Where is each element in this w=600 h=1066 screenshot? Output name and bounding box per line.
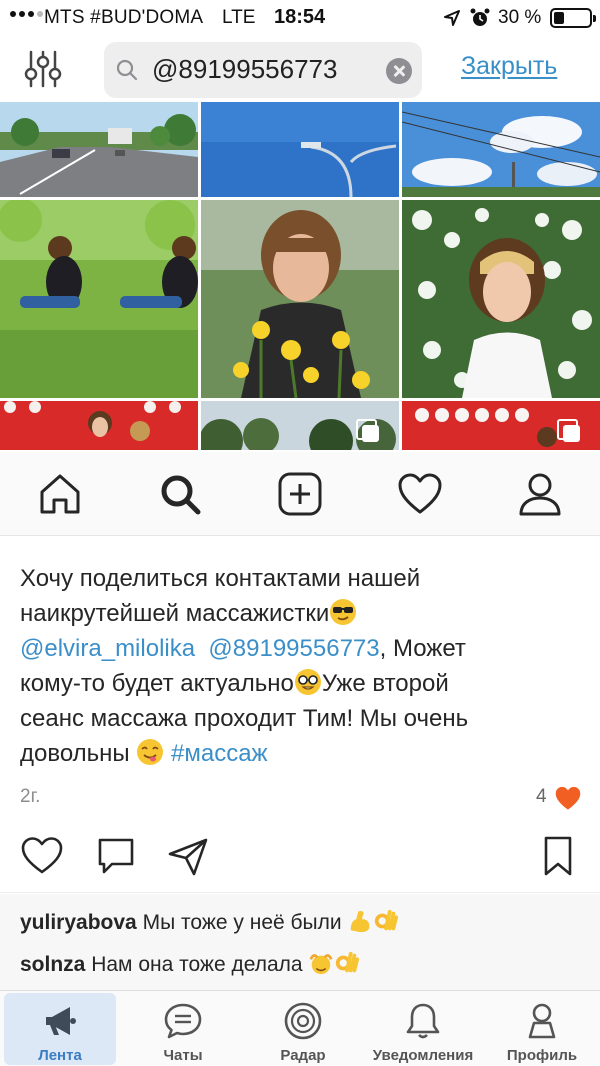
caption-line: Хочу поделиться контактами нашей bbox=[20, 565, 421, 592]
photo-tile-woman-on-grass[interactable] bbox=[0, 200, 198, 398]
caption-line: наикрутейшей массажистки bbox=[20, 596, 590, 631]
tab-notifications[interactable]: Уведомления bbox=[364, 993, 482, 1065]
location-arrow-icon bbox=[444, 10, 460, 26]
close-button[interactable]: Закрыть bbox=[461, 52, 557, 81]
person-icon bbox=[528, 1003, 556, 1039]
comment-icon[interactable] bbox=[94, 834, 138, 878]
profile-icon[interactable] bbox=[516, 470, 564, 518]
search-icon bbox=[116, 59, 138, 81]
carrier-name: MTS #BUD'DOMA bbox=[44, 7, 204, 28]
status-bar: MTS #BUD'DOMA LTE 18:54 30 % bbox=[0, 0, 600, 36]
like-heart-icon[interactable] bbox=[20, 834, 64, 878]
chat-bubble-icon bbox=[164, 1003, 202, 1039]
nerd-face-emoji-icon bbox=[294, 669, 321, 695]
ok-hand-emoji-icon bbox=[336, 951, 360, 973]
bell-icon bbox=[406, 1003, 440, 1039]
likes-count: 4 bbox=[536, 786, 547, 807]
photo-grid bbox=[0, 102, 600, 450]
comment-username[interactable]: solnza bbox=[20, 953, 85, 976]
divider bbox=[0, 892, 600, 893]
search-input[interactable]: @89199556773 bbox=[104, 42, 422, 98]
photo-tile-woman-with-dandelions[interactable] bbox=[201, 200, 399, 398]
network-type: LTE bbox=[222, 7, 256, 28]
tab-label: Уведомления bbox=[372, 1047, 474, 1064]
massage-emoji-icon bbox=[309, 954, 333, 975]
photo-tile-road[interactable] bbox=[0, 102, 198, 197]
home-icon[interactable] bbox=[36, 470, 84, 518]
filter-sliders-icon[interactable] bbox=[22, 48, 64, 90]
tab-label: Радар bbox=[280, 1047, 326, 1064]
radar-icon bbox=[284, 1002, 322, 1040]
tab-label: Лента bbox=[38, 1047, 82, 1064]
clock: 18:54 bbox=[274, 6, 326, 28]
comment-item[interactable]: solnza Нам она тоже делала bbox=[20, 950, 360, 977]
multiple-photos-icon bbox=[557, 419, 581, 443]
liked-heart-icon[interactable] bbox=[554, 785, 582, 811]
tab-bar: Лента Чаты Радар Уведомления Профиль bbox=[0, 990, 600, 1066]
comments-section: yuliryabova Мы тоже у неё были solnza На… bbox=[0, 894, 600, 990]
caption-line: @elvira_milolika @89199556773, Может bbox=[20, 635, 466, 662]
instagram-nav-bar bbox=[0, 452, 600, 536]
tab-feed[interactable]: Лента bbox=[4, 993, 116, 1065]
comment-text: Нам она тоже делала bbox=[91, 953, 303, 976]
battery-icon bbox=[550, 8, 596, 28]
post-date: 2г. bbox=[20, 786, 41, 807]
photo-tile-woman-with-blossoms[interactable] bbox=[402, 200, 600, 398]
mention-link[interactable]: @elvira_milolika bbox=[20, 635, 195, 662]
photo-tile-sky-clouds[interactable] bbox=[402, 102, 600, 197]
heart-icon[interactable] bbox=[396, 470, 444, 518]
flexed-biceps-emoji-icon bbox=[351, 910, 370, 933]
search-query: @89199556773 bbox=[152, 54, 338, 84]
tab-chats[interactable]: Чаты bbox=[128, 993, 238, 1065]
bookmark-icon[interactable] bbox=[536, 834, 580, 878]
search-header: @89199556773 Закрыть bbox=[0, 38, 600, 100]
caption-line: кому-то будет актуально Уже второй bbox=[20, 669, 449, 697]
multiple-photos-icon bbox=[356, 419, 380, 443]
comment-text: Мы тоже у неё были bbox=[142, 911, 342, 934]
post-caption: Хочу поделиться контактами нашей наикрут… bbox=[20, 561, 590, 771]
share-send-icon[interactable] bbox=[166, 834, 210, 878]
alarm-icon bbox=[470, 8, 490, 26]
add-post-icon[interactable] bbox=[276, 470, 324, 518]
sunglasses-emoji-icon bbox=[330, 599, 357, 625]
tab-label: Профиль bbox=[506, 1047, 578, 1064]
comment-username[interactable]: yuliryabova bbox=[20, 911, 137, 934]
caption-line: сеанс массажа проходит Тим! Мы очень bbox=[20, 705, 469, 732]
battery-percent: 30 % bbox=[498, 7, 542, 28]
tab-radar[interactable]: Радар bbox=[248, 993, 358, 1065]
tab-profile[interactable]: Профиль bbox=[488, 993, 596, 1065]
yum-face-emoji-icon bbox=[137, 739, 164, 765]
search-icon[interactable] bbox=[156, 470, 204, 518]
megaphone-icon bbox=[46, 1007, 76, 1035]
photo-tile-red-balloons[interactable] bbox=[0, 401, 198, 450]
caption-line: довольны #массаж bbox=[20, 739, 268, 767]
hashtag-link[interactable]: #массаж bbox=[171, 740, 268, 767]
ok-hand-emoji-icon bbox=[375, 909, 399, 931]
clear-icon[interactable] bbox=[386, 58, 412, 84]
comment-item[interactable]: yuliryabova Мы тоже у неё были bbox=[20, 908, 399, 935]
signal-icon bbox=[10, 11, 43, 17]
mention-link[interactable]: @89199556773 bbox=[208, 635, 379, 662]
photo-tile-sky-streetlight[interactable] bbox=[201, 102, 399, 197]
tab-label: Чаты bbox=[163, 1047, 203, 1064]
